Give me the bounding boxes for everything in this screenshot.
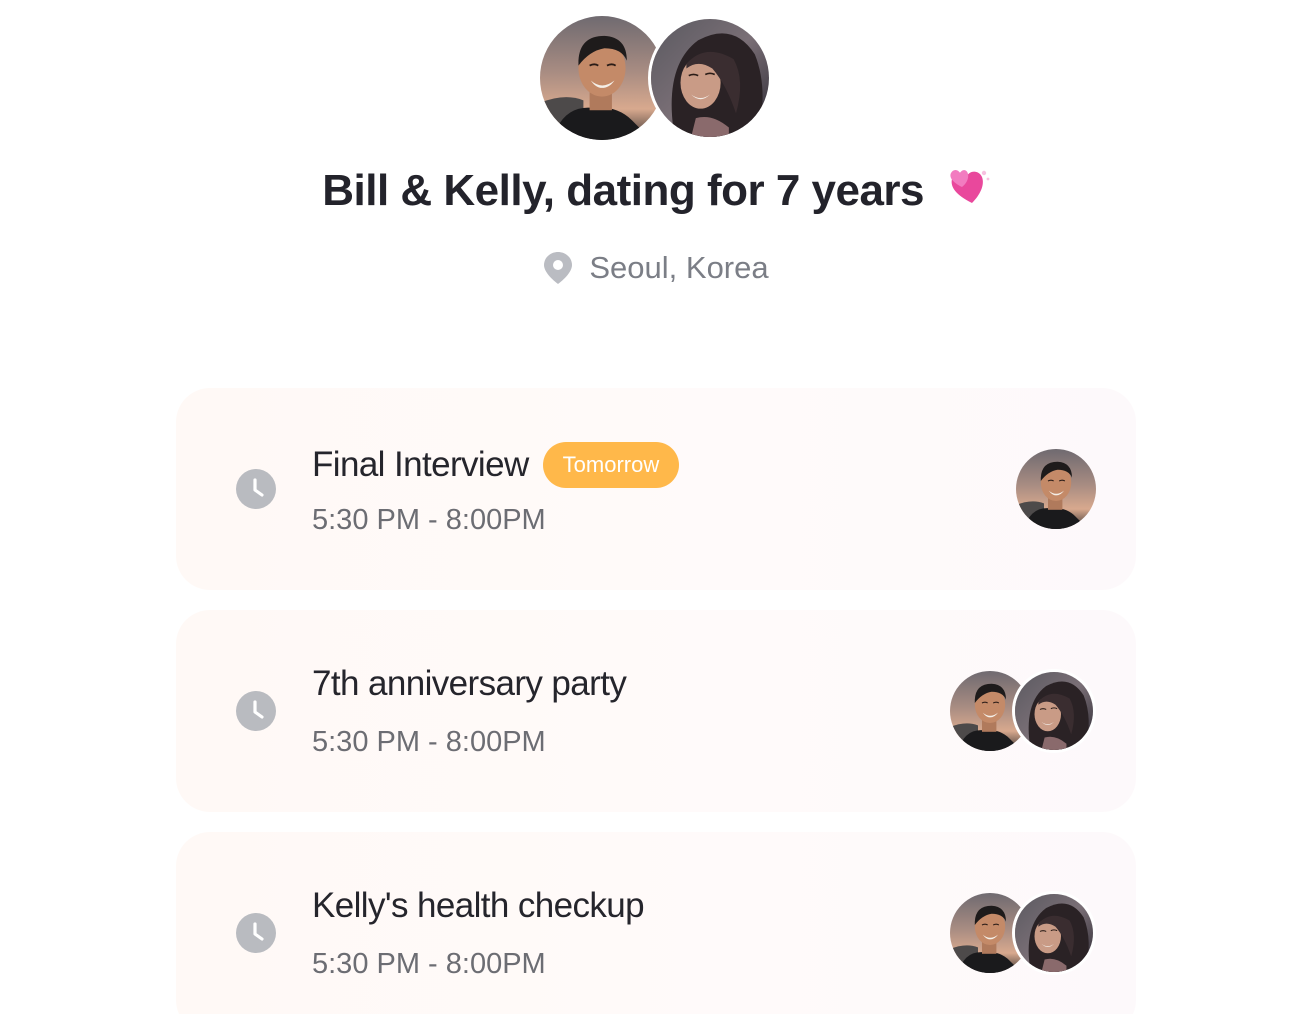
event-name: 7th anniversary party <box>312 664 627 703</box>
bill-avatar[interactable] <box>1016 449 1096 529</box>
clock-icon <box>236 469 276 509</box>
couple-schedule-page: Bill & Kelly, dating for 7 years Seoul, … <box>0 0 1312 1014</box>
event-title: Kelly's health checkup <box>312 886 645 926</box>
event-name: Kelly's health checkup <box>312 886 645 925</box>
event-time: 5:30 PM - 8:00PM <box>312 726 546 758</box>
event-title: 7th anniversary party <box>312 664 627 704</box>
event-card[interactable]: Final Interview Tomorrow 5:30 PM - 8:00P… <box>176 388 1136 590</box>
location: Seoul, Korea <box>0 250 1312 286</box>
kelly-avatar[interactable] <box>1012 669 1096 753</box>
event-name: Final Interview <box>312 445 529 484</box>
kelly-avatar[interactable] <box>1012 891 1096 975</box>
page-title: Bill & Kelly, dating for 7 years <box>0 166 1312 218</box>
clock-icon <box>236 691 276 731</box>
participant-avatars <box>950 891 1096 975</box>
participant-avatars <box>1016 449 1096 529</box>
bill-avatar[interactable] <box>540 16 664 140</box>
participant-avatars <box>950 669 1096 753</box>
couple-avatars <box>540 16 772 140</box>
event-time: 5:30 PM - 8:00PM <box>312 504 546 536</box>
location-pin-icon <box>544 252 573 284</box>
kelly-avatar[interactable] <box>648 16 772 140</box>
event-title: Final Interview Tomorrow <box>312 442 680 488</box>
event-card[interactable]: Kelly's health checkup 5:30 PM - 8:00PM <box>176 832 1136 1014</box>
heart-emoji-icon <box>948 167 990 218</box>
event-card[interactable]: 7th anniversary party 5:30 PM - 8:00PM <box>176 610 1136 812</box>
event-time: 5:30 PM - 8:00PM <box>312 948 546 980</box>
location-text: Seoul, Korea <box>589 250 769 285</box>
page-title-text: Bill & Kelly, dating for 7 years <box>322 166 925 215</box>
clock-icon <box>236 913 276 953</box>
status-badge: Tomorrow <box>542 442 680 488</box>
